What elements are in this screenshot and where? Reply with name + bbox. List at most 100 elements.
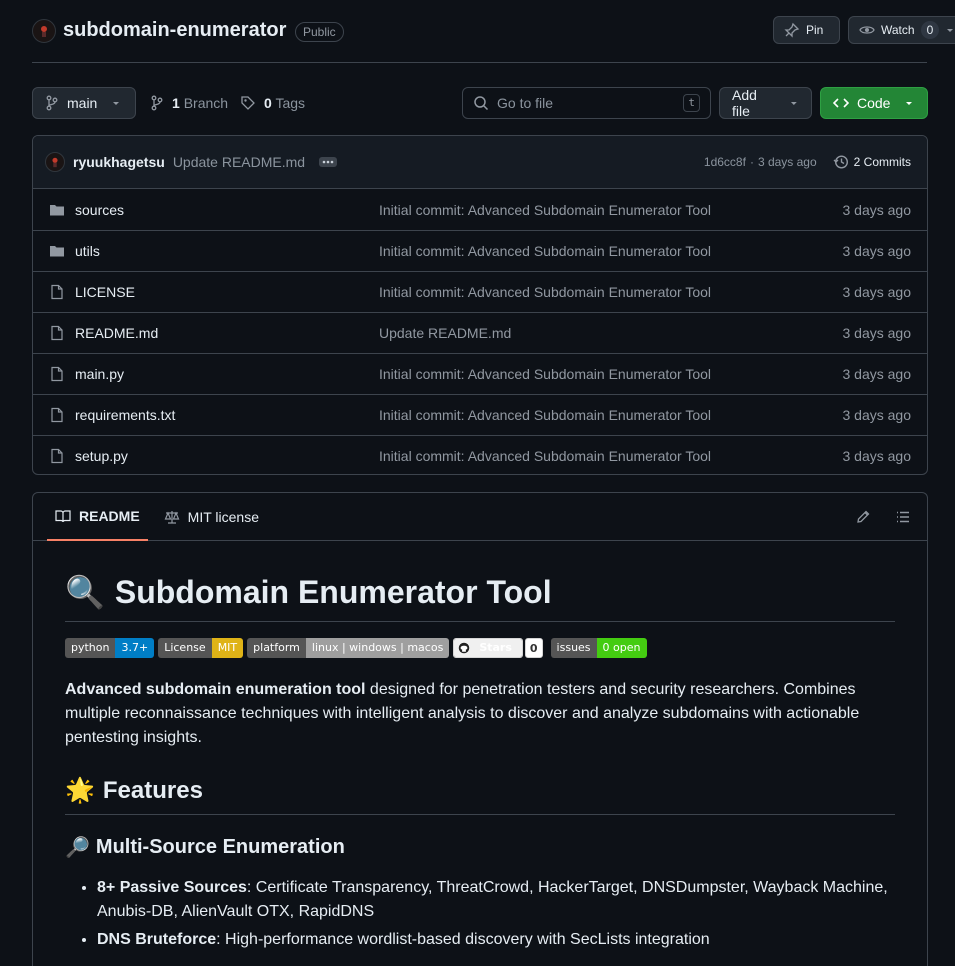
readme-panel: README MIT license 🔍 Subdomain Enumerato… bbox=[32, 492, 928, 966]
add-file-label: Add file bbox=[732, 87, 757, 119]
intro-bold: Advanced subdomain enumeration tool bbox=[65, 681, 366, 698]
ellipsis-icon[interactable] bbox=[319, 157, 338, 167]
multi-source-heading: 🔎 Multi-Source Enumeration bbox=[65, 836, 345, 859]
code-button[interactable]: Code bbox=[820, 87, 928, 119]
search-shortcut: t bbox=[683, 94, 700, 112]
intro-paragraph: Advanced subdomain enumeration tool desi… bbox=[65, 678, 895, 750]
pin-button[interactable]: Pin bbox=[773, 16, 840, 44]
file-commit-message[interactable]: Initial commit: Advanced Subdomain Enume… bbox=[379, 366, 843, 382]
tag-count: 0 bbox=[264, 95, 272, 111]
repo-name[interactable]: subdomain-enumerator bbox=[63, 19, 286, 42]
file-date: 3 days ago bbox=[842, 325, 912, 341]
chevron-down-icon bbox=[906, 102, 913, 105]
search-placeholder: Go to file bbox=[497, 95, 554, 111]
file-browser: ryuukhagetsu Update README.md 1d6cc8f · … bbox=[32, 135, 928, 475]
github-icon bbox=[459, 642, 470, 654]
file-icon bbox=[51, 448, 63, 464]
commit-author[interactable]: ryuukhagetsu bbox=[73, 154, 165, 170]
pencil-icon[interactable] bbox=[855, 509, 871, 525]
commits-label: 2 Commits bbox=[853, 155, 911, 169]
go-to-file-search[interactable]: Go to file t bbox=[462, 87, 711, 119]
branch-count: 1 bbox=[172, 95, 180, 111]
eye-icon bbox=[859, 26, 875, 34]
features-list: 8+ Passive Sources: Certificate Transpar… bbox=[65, 876, 895, 952]
branches-link[interactable]: 1 Branch bbox=[150, 95, 228, 111]
pin-icon bbox=[784, 22, 800, 38]
file-icon bbox=[51, 407, 63, 423]
file-commit-message[interactable]: Initial commit: Advanced Subdomain Enume… bbox=[379, 243, 843, 259]
file-name[interactable]: main.py bbox=[49, 366, 379, 382]
readme-title-text: Subdomain Enumerator Tool bbox=[114, 573, 552, 610]
latest-commit-bar: ryuukhagetsu Update README.md 1d6cc8f · … bbox=[33, 136, 927, 189]
list-item: DNS Bruteforce: High-performance wordlis… bbox=[97, 928, 895, 952]
file-commit-message[interactable]: Initial commit: Advanced Subdomain Enume… bbox=[379, 284, 843, 300]
file-name[interactable]: requirements.txt bbox=[49, 407, 379, 423]
watch-button[interactable]: Watch 0 bbox=[848, 16, 955, 44]
issues-badge[interactable]: issues 0 open bbox=[550, 638, 647, 658]
python-badge[interactable]: python 3.7+ bbox=[65, 638, 155, 658]
file-date: 3 days ago bbox=[842, 243, 912, 259]
readme-content: 🔍 Subdomain Enumerator Tool python 3.7+ L… bbox=[33, 541, 927, 952]
readme-title: 🔍 Subdomain Enumerator Tool bbox=[65, 573, 895, 622]
stars-count: 0 bbox=[524, 638, 543, 658]
tab-license[interactable]: MIT license bbox=[156, 493, 267, 541]
folder-icon bbox=[50, 204, 64, 215]
file-row[interactable]: setup.py Initial commit: Advanced Subdoma… bbox=[33, 435, 927, 474]
file-row[interactable]: LICENSE Initial commit: Advanced Subdomai… bbox=[33, 271, 927, 312]
pin-label: Pin bbox=[806, 23, 824, 37]
stars-badge[interactable]: Stars bbox=[453, 638, 523, 658]
file-name[interactable]: LICENSE bbox=[49, 284, 379, 300]
commits-link[interactable]: 2 Commits bbox=[833, 154, 911, 170]
search-icon bbox=[474, 96, 489, 111]
owner-avatar[interactable] bbox=[32, 19, 56, 43]
book-icon bbox=[55, 509, 71, 522]
watch-label: Watch bbox=[881, 23, 915, 37]
file-date: 3 days ago bbox=[842, 366, 912, 382]
file-date: 3 days ago bbox=[842, 448, 912, 464]
file-row[interactable]: main.py Initial commit: Advanced Subdomai… bbox=[33, 353, 927, 394]
chevron-down-icon bbox=[947, 29, 954, 32]
file-date: 3 days ago bbox=[842, 201, 912, 218]
file-row[interactable]: utils Initial commit: Advanced Subdomain … bbox=[33, 230, 927, 271]
file-icon bbox=[51, 284, 63, 300]
platform-badge[interactable]: platform linux | windows | macos bbox=[247, 638, 450, 658]
file-row[interactable]: README.md Update README.md 3 days ago bbox=[33, 312, 927, 353]
file-row[interactable]: sources Initial commit: Advanced Subdomai… bbox=[33, 189, 927, 230]
commit-message[interactable]: Update README.md bbox=[173, 154, 305, 170]
add-file-button[interactable]: Add file bbox=[719, 87, 812, 119]
file-commit-message[interactable]: Initial commit: Advanced Subdomain Enume… bbox=[379, 448, 843, 464]
tab-readme[interactable]: README bbox=[47, 493, 148, 541]
file-name[interactable]: sources bbox=[49, 202, 379, 218]
tab-readme-label: README bbox=[79, 507, 140, 524]
file-name[interactable]: utils bbox=[49, 243, 379, 259]
commit-hash[interactable]: 1d6cc8f bbox=[704, 155, 746, 169]
file-icon bbox=[51, 366, 63, 382]
code-icon bbox=[833, 98, 849, 108]
scale-icon bbox=[164, 510, 180, 524]
outline-list-icon[interactable] bbox=[895, 509, 911, 525]
watch-count: 0 bbox=[920, 21, 940, 39]
branch-selector[interactable]: main bbox=[32, 87, 136, 119]
commit-time: 3 days ago bbox=[757, 155, 817, 169]
chevron-down-icon bbox=[113, 102, 120, 105]
header-divider bbox=[32, 62, 927, 63]
license-badge[interactable]: License MIT bbox=[158, 638, 244, 658]
folder-icon bbox=[50, 246, 64, 257]
magnifier-right-emoji: 🔎 bbox=[65, 837, 90, 859]
visibility-badge: Public bbox=[295, 22, 344, 42]
readme-tabs: README MIT license bbox=[33, 493, 927, 541]
file-commit-message[interactable]: Update README.md bbox=[379, 325, 843, 341]
magnifier-emoji: 🔍 bbox=[65, 574, 105, 610]
list-item: 8+ Passive Sources: Certificate Transpar… bbox=[97, 876, 895, 924]
about-sidebar-edge bbox=[951, 95, 955, 915]
author-avatar[interactable] bbox=[45, 152, 65, 172]
file-commit-message[interactable]: Initial commit: Advanced Subdomain Enume… bbox=[379, 202, 843, 218]
file-name[interactable]: README.md bbox=[49, 325, 379, 341]
file-date: 3 days ago bbox=[842, 407, 912, 423]
tag-icon bbox=[241, 96, 255, 110]
file-name[interactable]: setup.py bbox=[49, 448, 379, 464]
code-label: Code bbox=[857, 95, 891, 111]
file-row[interactable]: requirements.txt Initial commit: Advanced… bbox=[33, 394, 927, 435]
file-commit-message[interactable]: Initial commit: Advanced Subdomain Enume… bbox=[379, 407, 843, 423]
tags-link[interactable]: 0 Tags bbox=[240, 95, 305, 111]
